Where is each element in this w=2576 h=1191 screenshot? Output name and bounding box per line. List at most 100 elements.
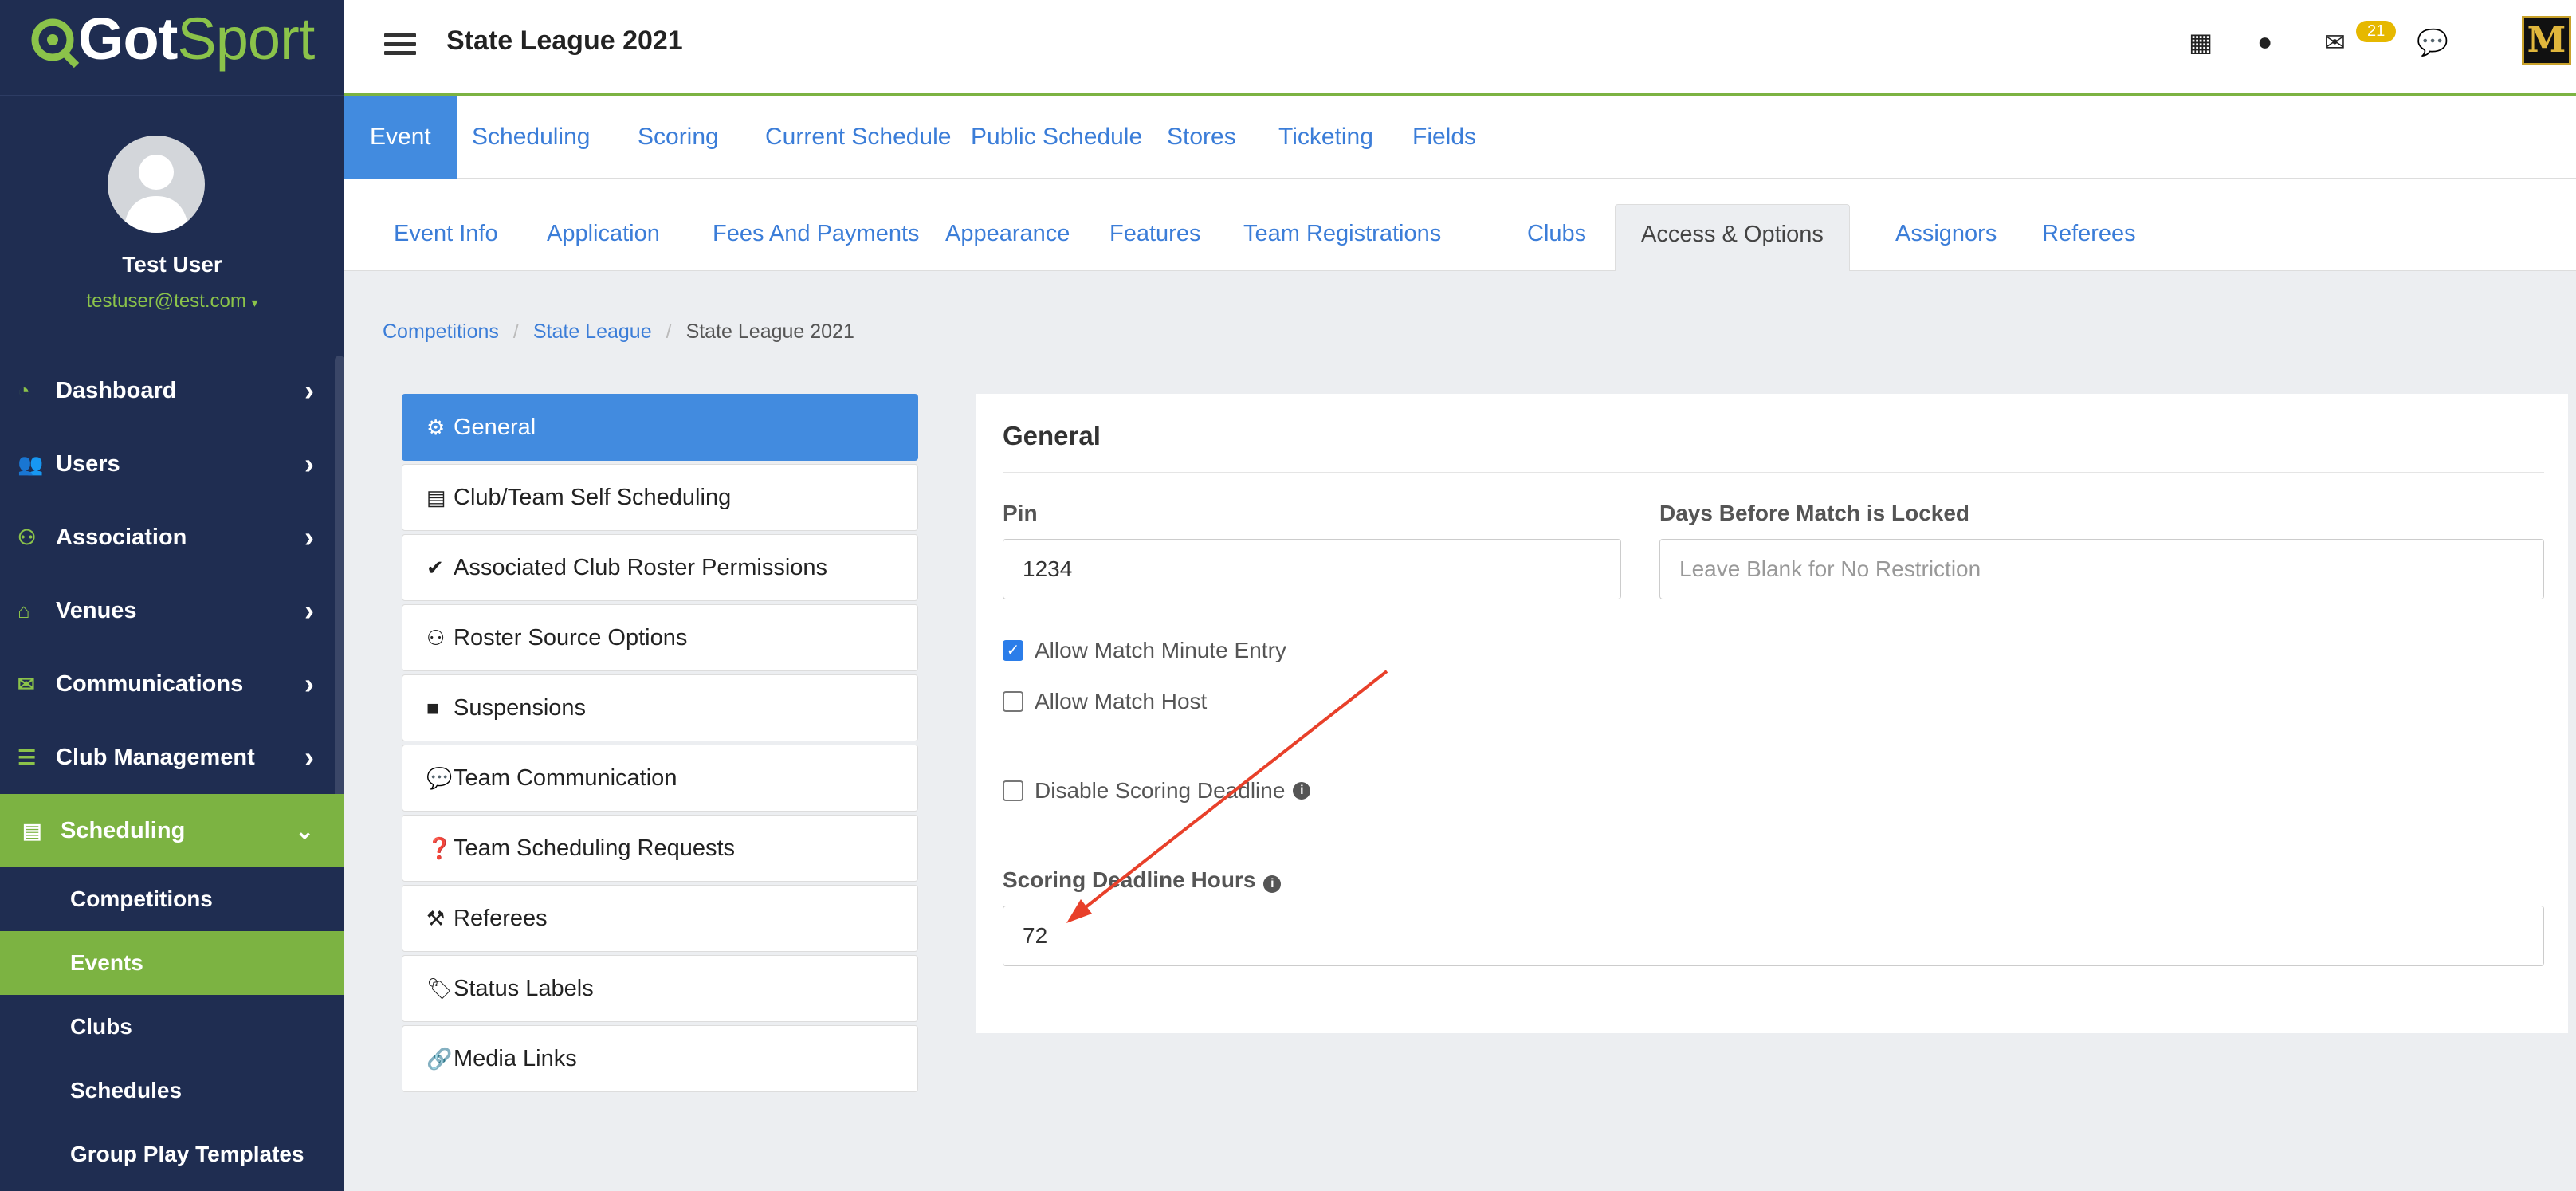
chevron-right-icon: ›: [304, 667, 314, 700]
gotsport-mark-icon: [31, 18, 80, 69]
gavel-icon: ⚒: [426, 906, 446, 930]
checkbox-empty-icon: [1003, 691, 1023, 712]
pin-input[interactable]: 1234: [1003, 539, 1621, 599]
secondary-tabs: Event Info Application Fees And Payments…: [344, 179, 2576, 271]
link-icon: 🔗: [426, 1046, 453, 1071]
tab-stores[interactable]: Stores: [1141, 96, 1262, 179]
dashboard-icon: ◔: [18, 378, 30, 403]
tab-clubs[interactable]: Clubs: [1502, 204, 1612, 271]
checkbox-checked-icon: ✓: [1003, 640, 1023, 661]
allow-match-minute-entry-checkbox[interactable]: ✓ Allow Match Minute Entry: [1003, 638, 1286, 663]
breadcrumb-competitions[interactable]: Competitions: [383, 320, 499, 343]
caret-down-icon: ▾: [251, 297, 258, 310]
breadcrumb: Competitions / State League / State League 2…: [383, 320, 854, 343]
mail-count-badge: 21: [2356, 21, 2397, 42]
chevron-down-icon: ⌄: [295, 818, 314, 843]
sidebar-subitem-schedules[interactable]: Schedules: [0, 1059, 344, 1122]
comments-icon: 💬: [426, 765, 453, 790]
breadcrumb-state-league[interactable]: State League: [533, 320, 652, 343]
sitemap-icon: ⚇: [18, 525, 37, 549]
tab-access-options[interactable]: Access & Options: [1615, 204, 1850, 271]
tab-fees-and-payments[interactable]: Fees And Payments: [687, 204, 945, 271]
chevron-right-icon: ›: [304, 447, 314, 480]
divider: [1003, 472, 2544, 473]
primary-tabs: Event Scheduling Scoring Current Schedul…: [344, 96, 2576, 179]
tab-fields[interactable]: Fields: [1387, 96, 1502, 179]
menu-associated-club-roster-permissions[interactable]: ✔ Associated Club Roster Permissions: [402, 534, 918, 601]
top-bar: State League 2021 ▦ ● ✉ 21 💬 M: [344, 0, 2576, 96]
sidebar: GotSport Test User testuser@test.com ▾ ◔…: [0, 0, 344, 1191]
info-icon[interactable]: i: [1293, 782, 1311, 800]
sidebar-item-scheduling[interactable]: ▤ Scheduling ⌄: [0, 794, 344, 867]
hamburger-menu-icon[interactable]: [384, 33, 416, 61]
user-email-dropdown[interactable]: testuser@test.com ▾: [0, 290, 344, 312]
qrcode-icon[interactable]: ▦: [2189, 27, 2213, 57]
days-locked-input[interactable]: Leave Blank for No Restriction: [1659, 539, 2544, 599]
tab-ticketing[interactable]: Ticketing: [1253, 96, 1399, 179]
breadcrumb-current: State League 2021: [685, 320, 854, 343]
checkbox-empty-icon: [1003, 780, 1023, 801]
chevron-right-icon: ›: [304, 521, 314, 553]
menu-roster-source-options[interactable]: ⚇ Roster Source Options: [402, 604, 918, 671]
comments-icon: ✉: [18, 671, 35, 696]
menu-media-links[interactable]: 🔗 Media Links: [402, 1025, 918, 1092]
menu-club-team-self-scheduling[interactable]: ▤ Club/Team Self Scheduling: [402, 464, 918, 531]
info-icon[interactable]: i: [1263, 875, 1282, 893]
tab-features[interactable]: Features: [1084, 204, 1226, 271]
panel-title: General: [1003, 421, 1101, 450]
general-settings-panel: General Pin 1234 Days Before Match is Lo…: [976, 394, 2568, 1033]
menu-team-communication[interactable]: 💬 Team Communication: [402, 745, 918, 812]
cogs-icon: ⚙: [426, 415, 446, 439]
comments-icon[interactable]: 💬: [2417, 27, 2448, 57]
list-icon: ☰: [18, 745, 37, 769]
menu-suspensions[interactable]: ■ Suspensions: [402, 674, 918, 741]
sidebar-subitem-clubs[interactable]: Clubs: [0, 995, 344, 1059]
options-menu: ⚙ General ▤ Club/Team Self Scheduling ✔ Ass…: [402, 394, 918, 1095]
logo-text: GotSport: [78, 6, 315, 72]
check-circle-icon: ✔: [426, 555, 444, 580]
menu-referees[interactable]: ⚒ Referees: [402, 885, 918, 952]
tab-team-registrations[interactable]: Team Registrations: [1218, 204, 1467, 271]
envelope-icon[interactable]: ✉: [2324, 27, 2346, 57]
users-icon: 👥: [18, 451, 44, 476]
days-locked-label: Days Before Match is Locked: [1659, 501, 1970, 525]
list-alt-icon: ▤: [426, 485, 446, 509]
scoring-deadline-hours-input[interactable]: 72: [1003, 906, 2544, 966]
home-icon: ⌂: [18, 598, 30, 623]
user-icon[interactable]: ●: [2257, 27, 2272, 57]
sidebar-item-venues[interactable]: ⌂ Venues ›: [0, 574, 344, 647]
sidebar-item-communications[interactable]: ✉ Communications ›: [0, 647, 344, 721]
tab-event[interactable]: Event: [344, 96, 457, 179]
sidebar-subitem-events[interactable]: Events: [0, 931, 344, 995]
sidebar-subitem-competitions[interactable]: Competitions: [0, 867, 344, 931]
tab-assignors[interactable]: Assignors: [1870, 204, 2022, 271]
calendar-list-icon: ▤: [22, 818, 42, 843]
tab-current-schedule[interactable]: Current Schedule: [740, 96, 976, 179]
sidebar-item-club-management[interactable]: ☰ Club Management ›: [0, 721, 344, 794]
disable-scoring-deadline-checkbox[interactable]: Disable Scoring Deadline i: [1003, 778, 1311, 804]
sidebar-item-dashboard[interactable]: ◔ Dashboard ›: [0, 354, 344, 427]
avatar[interactable]: [108, 136, 205, 233]
gotsport-logo[interactable]: GotSport: [0, 0, 344, 96]
scoring-deadline-hours-label: Scoring Deadline Hours i: [1003, 867, 1282, 893]
tab-scheduling[interactable]: Scheduling: [446, 96, 615, 179]
tab-application[interactable]: Application: [521, 204, 685, 271]
menu-status-labels[interactable]: 🏷 Status Labels: [402, 955, 918, 1022]
tab-scoring[interactable]: Scoring: [612, 96, 744, 179]
sidebar-subitem-group-play-templates[interactable]: Group Play Templates: [0, 1122, 344, 1186]
square-icon: ■: [426, 695, 439, 720]
tab-public-schedule[interactable]: Public Schedule: [945, 96, 1168, 179]
allow-match-host-checkbox[interactable]: Allow Match Host: [1003, 689, 1207, 714]
question-circle-icon: ❓: [426, 835, 453, 860]
sidebar-item-association[interactable]: ⚇ Association ›: [0, 501, 344, 574]
user-name: Test User: [122, 252, 222, 277]
tab-appearance[interactable]: Appearance: [920, 204, 1095, 271]
pin-label: Pin: [1003, 501, 1038, 525]
tab-referees[interactable]: Referees: [2016, 204, 2162, 271]
organization-logo[interactable]: M: [2522, 16, 2571, 65]
tags-icon: 🏷: [426, 976, 454, 1000]
menu-team-scheduling-requests[interactable]: ❓ Team Scheduling Requests: [402, 815, 918, 882]
tab-event-info[interactable]: Event Info: [368, 204, 524, 271]
sidebar-item-users[interactable]: 👥 Users ›: [0, 427, 344, 501]
menu-general[interactable]: ⚙ General: [402, 394, 918, 461]
